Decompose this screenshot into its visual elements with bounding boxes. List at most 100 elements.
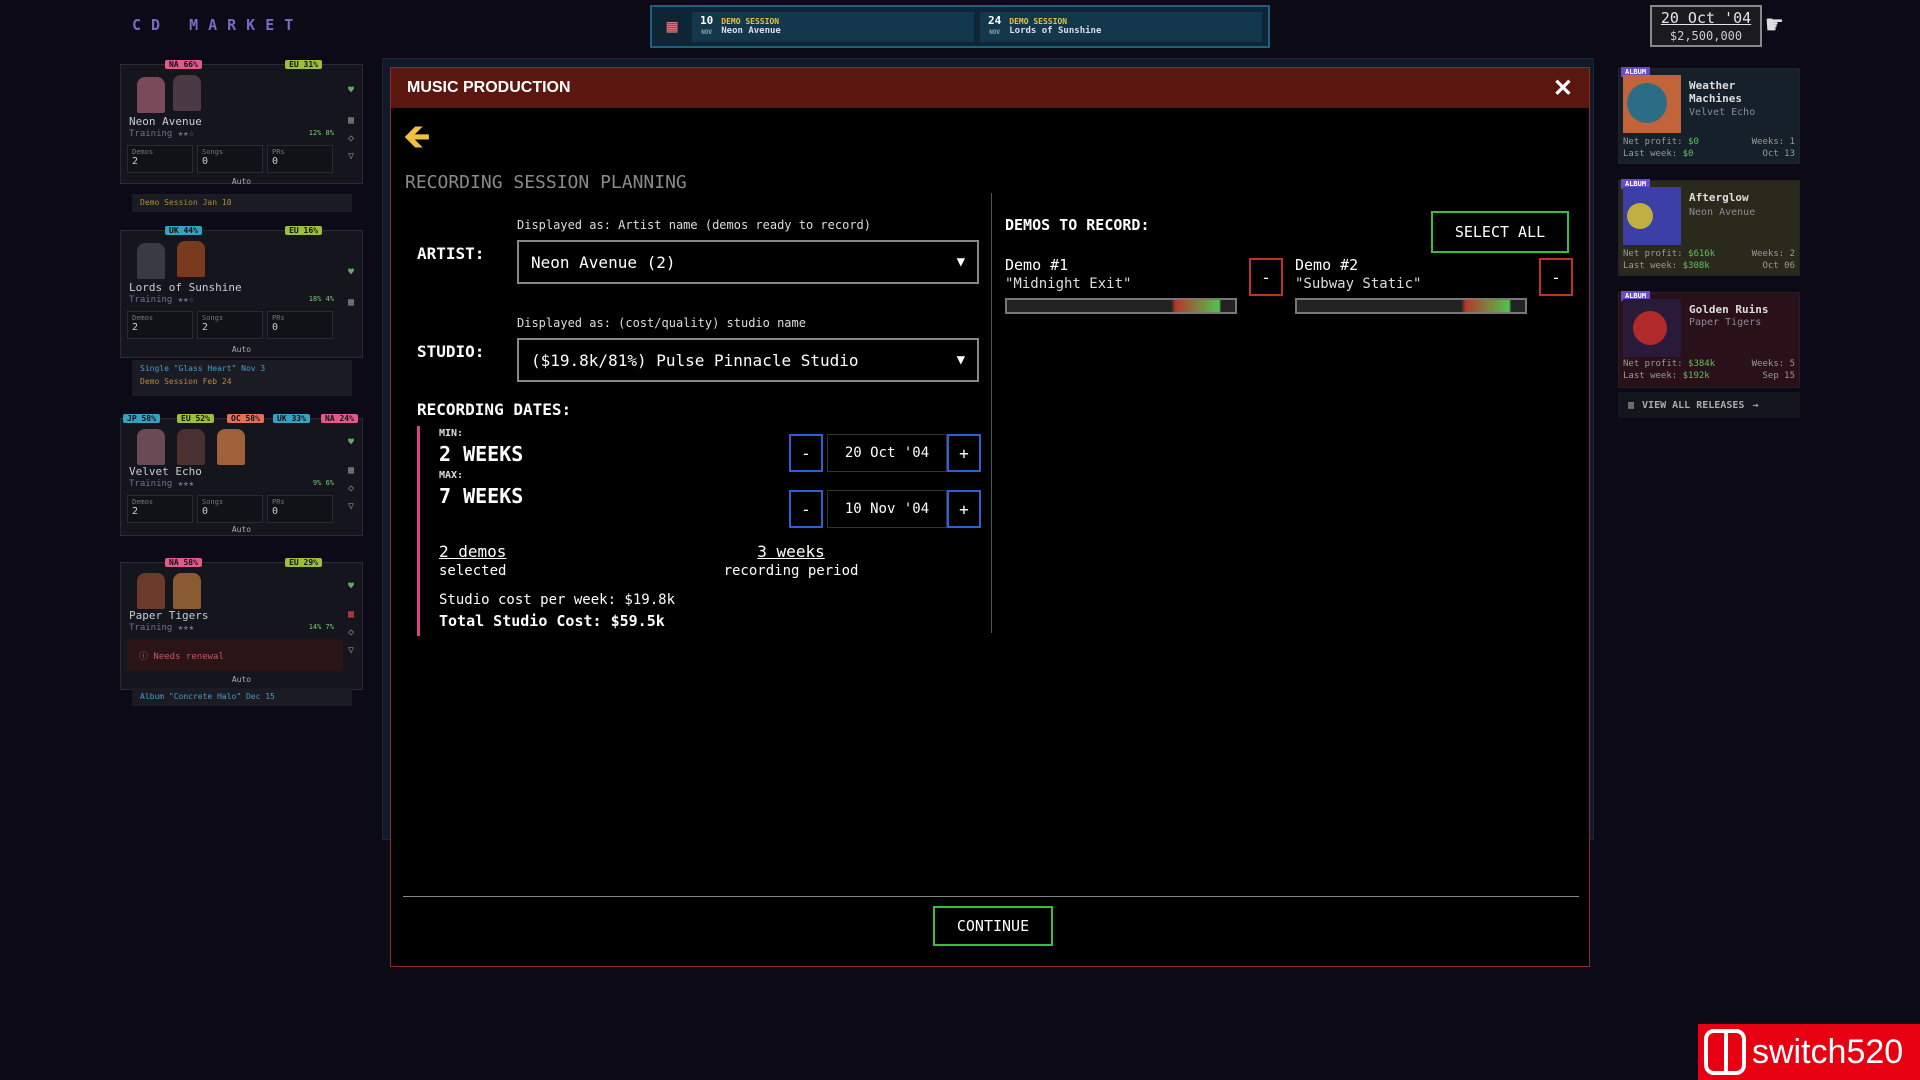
release-title: Afterglow [1689,191,1749,204]
market-tag: NA 66% [165,60,202,69]
auto-toggle[interactable]: Auto [121,177,362,186]
continue-button[interactable]: CONTINUE [933,906,1053,946]
tag-icon[interactable]: ◇ [344,133,358,144]
end-date-decrement[interactable]: - [789,490,823,528]
release-title: Golden Ruins [1689,303,1769,316]
min-weeks: 2 WEEKS [439,442,524,466]
studio-select-value: ($19.8k/81%) Pulse Pinnacle Studio [531,350,859,370]
release-lastweek-row: Last week: $308k Oct 06 [1623,261,1795,271]
artist-card[interactable]: NA 58% EU 29% Paper Tigers Training ★★★ … [120,558,363,690]
dropdown-arrow-icon: ▼ [956,352,965,368]
view-all-releases-button[interactable]: ▥ VIEW ALL RELEASES → [1618,392,1800,418]
release-title: Weather Machines [1689,79,1742,105]
current-date: 20 Oct '04 [1660,9,1752,27]
schedule-artist: Lords of Sunshine [1009,26,1102,36]
back-arrow-icon[interactable]: 🡸 [403,120,431,154]
shirt-icon[interactable]: ▽ [344,501,358,512]
schedule-month: NOV [701,28,713,36]
calendar-icon[interactable]: ▦ [658,12,686,42]
avatar [217,429,245,465]
switch-logo-icon [1704,1029,1746,1075]
heart-icon[interactable]: ♥ [344,581,358,592]
end-date-increment[interactable]: + [947,490,981,528]
demos-stat: Demos 2 [127,311,193,339]
calendar-icon[interactable]: ▦ [344,465,358,476]
market-tag: EU 52% [177,414,214,423]
studio-select[interactable]: ($19.8k/81%) Pulse Pinnacle Studio ▼ [517,338,979,382]
tag-icon[interactable]: ◇ [344,483,358,494]
album-art [1623,75,1681,133]
demo-name: Demo #1 [1005,256,1069,274]
footer-divider [403,896,1579,897]
release-profit-row: Net profit: $0 Weeks: 1 [1623,137,1795,147]
shirt-icon[interactable]: ▽ [344,151,358,162]
heart-icon[interactable]: ♥ [344,85,358,96]
close-icon[interactable]: ✕ [1553,74,1573,103]
market-tag: EU 29% [285,558,322,567]
calendar-icon[interactable]: ▦ [344,115,358,126]
demo-quality-bar [1005,298,1237,314]
heart-icon[interactable]: ♥ [344,437,358,448]
artist-card[interactable]: NA 66% EU 31% Neon Avenue Training ★★☆ 1… [120,60,363,186]
artist-training: Training ★★☆ [129,295,195,305]
market-tag: EU 31% [285,60,322,69]
avatar [137,429,165,465]
artist-select[interactable]: Neon Avenue (2) ▼ [517,240,979,284]
market-tag: JP 58% [123,414,160,423]
artist-card[interactable]: UK 44% EU 16% Lords of Sunshine Training… [120,226,363,358]
schedule-type: DEMO SESSION [721,17,780,26]
auto-toggle[interactable]: Auto [121,525,362,534]
calendar-icon[interactable]: ▦ [344,297,358,308]
section-title: RECORDING SESSION PLANNING [405,172,687,193]
prs-stat: PRs 0 [267,145,333,173]
demos-stat: Demos 2 [127,495,193,523]
schedule-item[interactable]: 10 NOV DEMO SESSION Neon Avenue [692,11,974,42]
schedule-bar: ▦ 10 NOV DEMO SESSION Neon Avenue 24 NOV DE… [650,5,1270,48]
demos-selected-count: 2 demos [439,542,507,561]
demos-stat: Demos 2 [127,145,193,173]
artist-hint: Displayed as: Artist name (demos ready t… [517,218,872,232]
demos-selected-label: selected [439,563,507,579]
market-tag: NA 58% [165,558,202,567]
auto-toggle[interactable]: Auto [121,345,362,354]
shirt-icon[interactable]: ▽ [344,645,358,656]
schedule-artist: Neon Avenue [721,26,781,36]
release-card[interactable]: ALBUM Golden Ruins Paper Tigers Net prof… [1618,291,1800,388]
remove-demo-button[interactable]: - [1539,258,1573,296]
avatar [137,573,165,609]
renewal-warning[interactable]: ⓘ Needs renewal [127,639,343,671]
release-card[interactable]: ALBUM Afterglow Neon Avenue Net profit: … [1618,179,1800,276]
tag-icon[interactable]: ◇ [344,627,358,638]
recording-weeks: 3 weeks [757,542,825,561]
money-balance: $2,500,000 [1669,29,1743,43]
artist-select-value: Neon Avenue (2) [531,252,676,272]
release-profit-row: Net profit: $616k Weeks: 2 [1623,249,1795,259]
game-clock[interactable]: 20 Oct '04 $2,500,000 [1650,5,1762,47]
artist-training: Training ★★★ [129,623,195,633]
heart-icon[interactable]: ♥ [344,267,358,278]
advance-time-icon[interactable]: ☛ [1766,8,1783,41]
demo-item[interactable]: Demo #2 "Subway Static" - [1295,256,1585,316]
release-card[interactable]: ALBUM Weather Machines Velvet Echo Net p… [1618,67,1800,164]
stat-chips: 9% 6% [312,479,334,487]
demo-item[interactable]: Demo #1 "Midnight Exit" - [1005,256,1295,316]
remove-demo-button[interactable]: - [1249,258,1283,296]
artist-card[interactable]: JP 58% EU 52% OC 58% UK 33% NA 24% Velve… [120,414,363,536]
calendar-icon[interactable]: ▦ [344,609,358,620]
artist-name: Velvet Echo [129,465,202,478]
release-artist: Paper Tigers [1689,317,1762,328]
select-all-button[interactable]: SELECT ALL [1431,211,1569,253]
stat-chips: 12% 8% [308,129,334,137]
schedule-item[interactable]: 24 NOV DEMO SESSION Lords of Sunshine [980,11,1262,42]
demo-title: "Midnight Exit" [1005,276,1132,292]
recording-dates-label: RECORDING DATES: [417,400,572,419]
start-date-increment[interactable]: + [947,434,981,472]
demo-title: "Subway Static" [1295,276,1422,292]
app-logo: CD MARKET [132,16,304,34]
bar-chart-icon: ▥ [1628,399,1635,411]
scheduled-event: Album "Concrete Halo" Dec 15 [132,688,352,706]
column-divider [991,193,992,633]
start-date-decrement[interactable]: - [789,434,823,472]
auto-toggle[interactable]: Auto [121,675,362,684]
warning-icon: ⓘ [139,652,154,662]
